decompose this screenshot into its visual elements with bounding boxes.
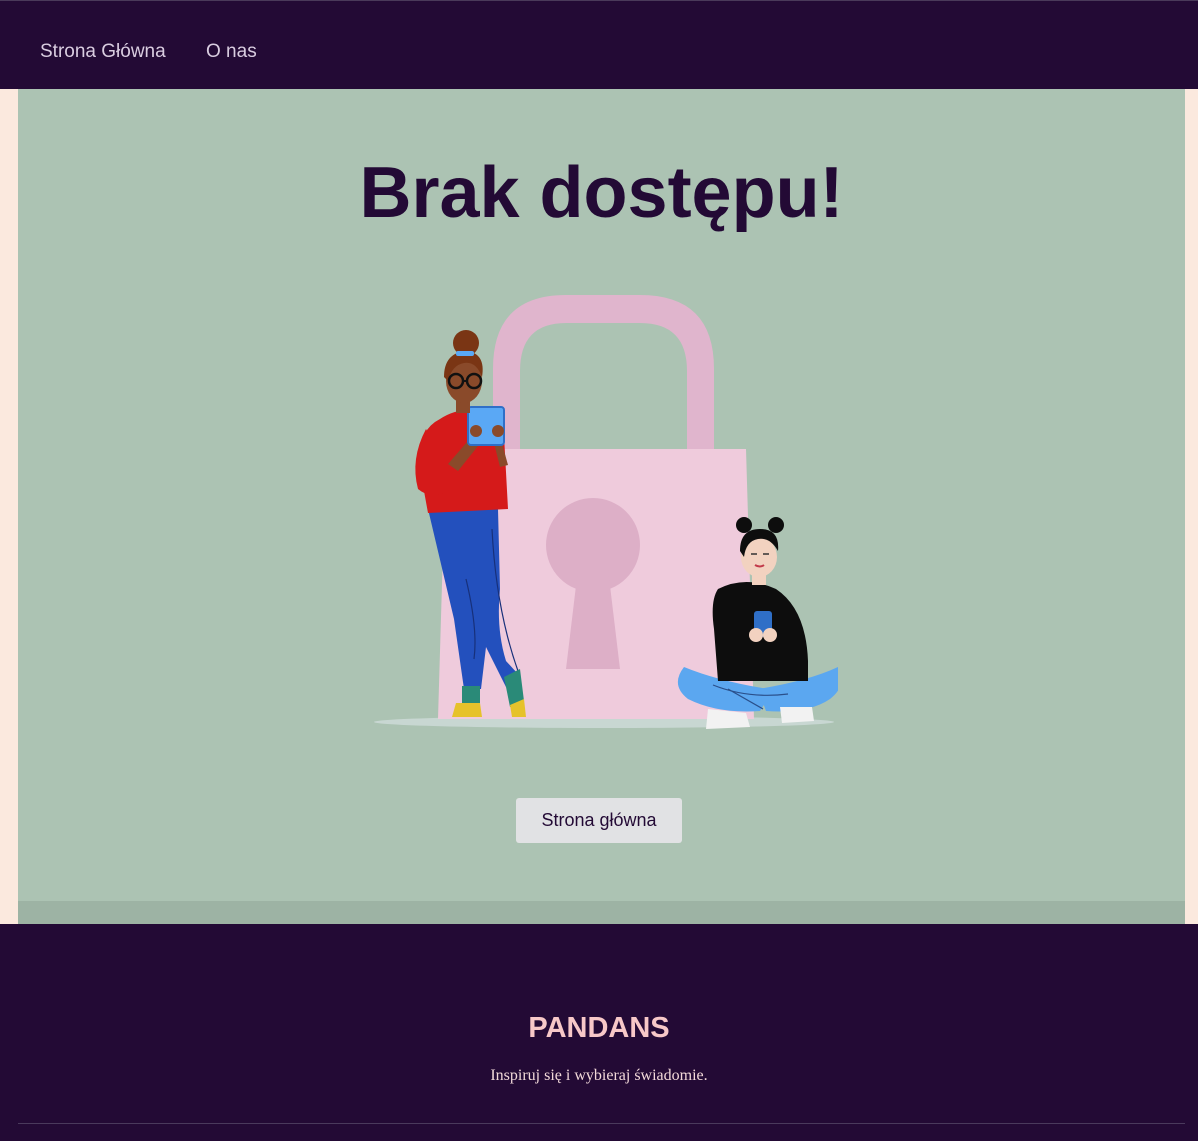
footer-tagline: Inspiruj się i wybieraj świadomie. bbox=[490, 1067, 708, 1084]
footer-divider bbox=[18, 1123, 1185, 1124]
top-navbar: Strona Główna O nas bbox=[0, 0, 1198, 89]
page-title: Brak dostępu! bbox=[359, 153, 844, 233]
footer-brand: PANDANS bbox=[528, 1012, 670, 1044]
nav-link-home[interactable]: Strona Główna bbox=[40, 41, 166, 63]
page-footer: PANDANS Inspiruj się i wybieraj świadomi… bbox=[0, 924, 1198, 1141]
padlock-illustration-svg bbox=[374, 295, 842, 729]
nav-link-about[interactable]: O nas bbox=[206, 41, 257, 63]
home-button[interactable]: Strona główna bbox=[516, 798, 682, 843]
main-content: Brak dostępu! Strona główna bbox=[18, 89, 1185, 924]
padlock-people-illustration bbox=[368, 289, 842, 749]
content-bottom-strip bbox=[18, 901, 1185, 924]
